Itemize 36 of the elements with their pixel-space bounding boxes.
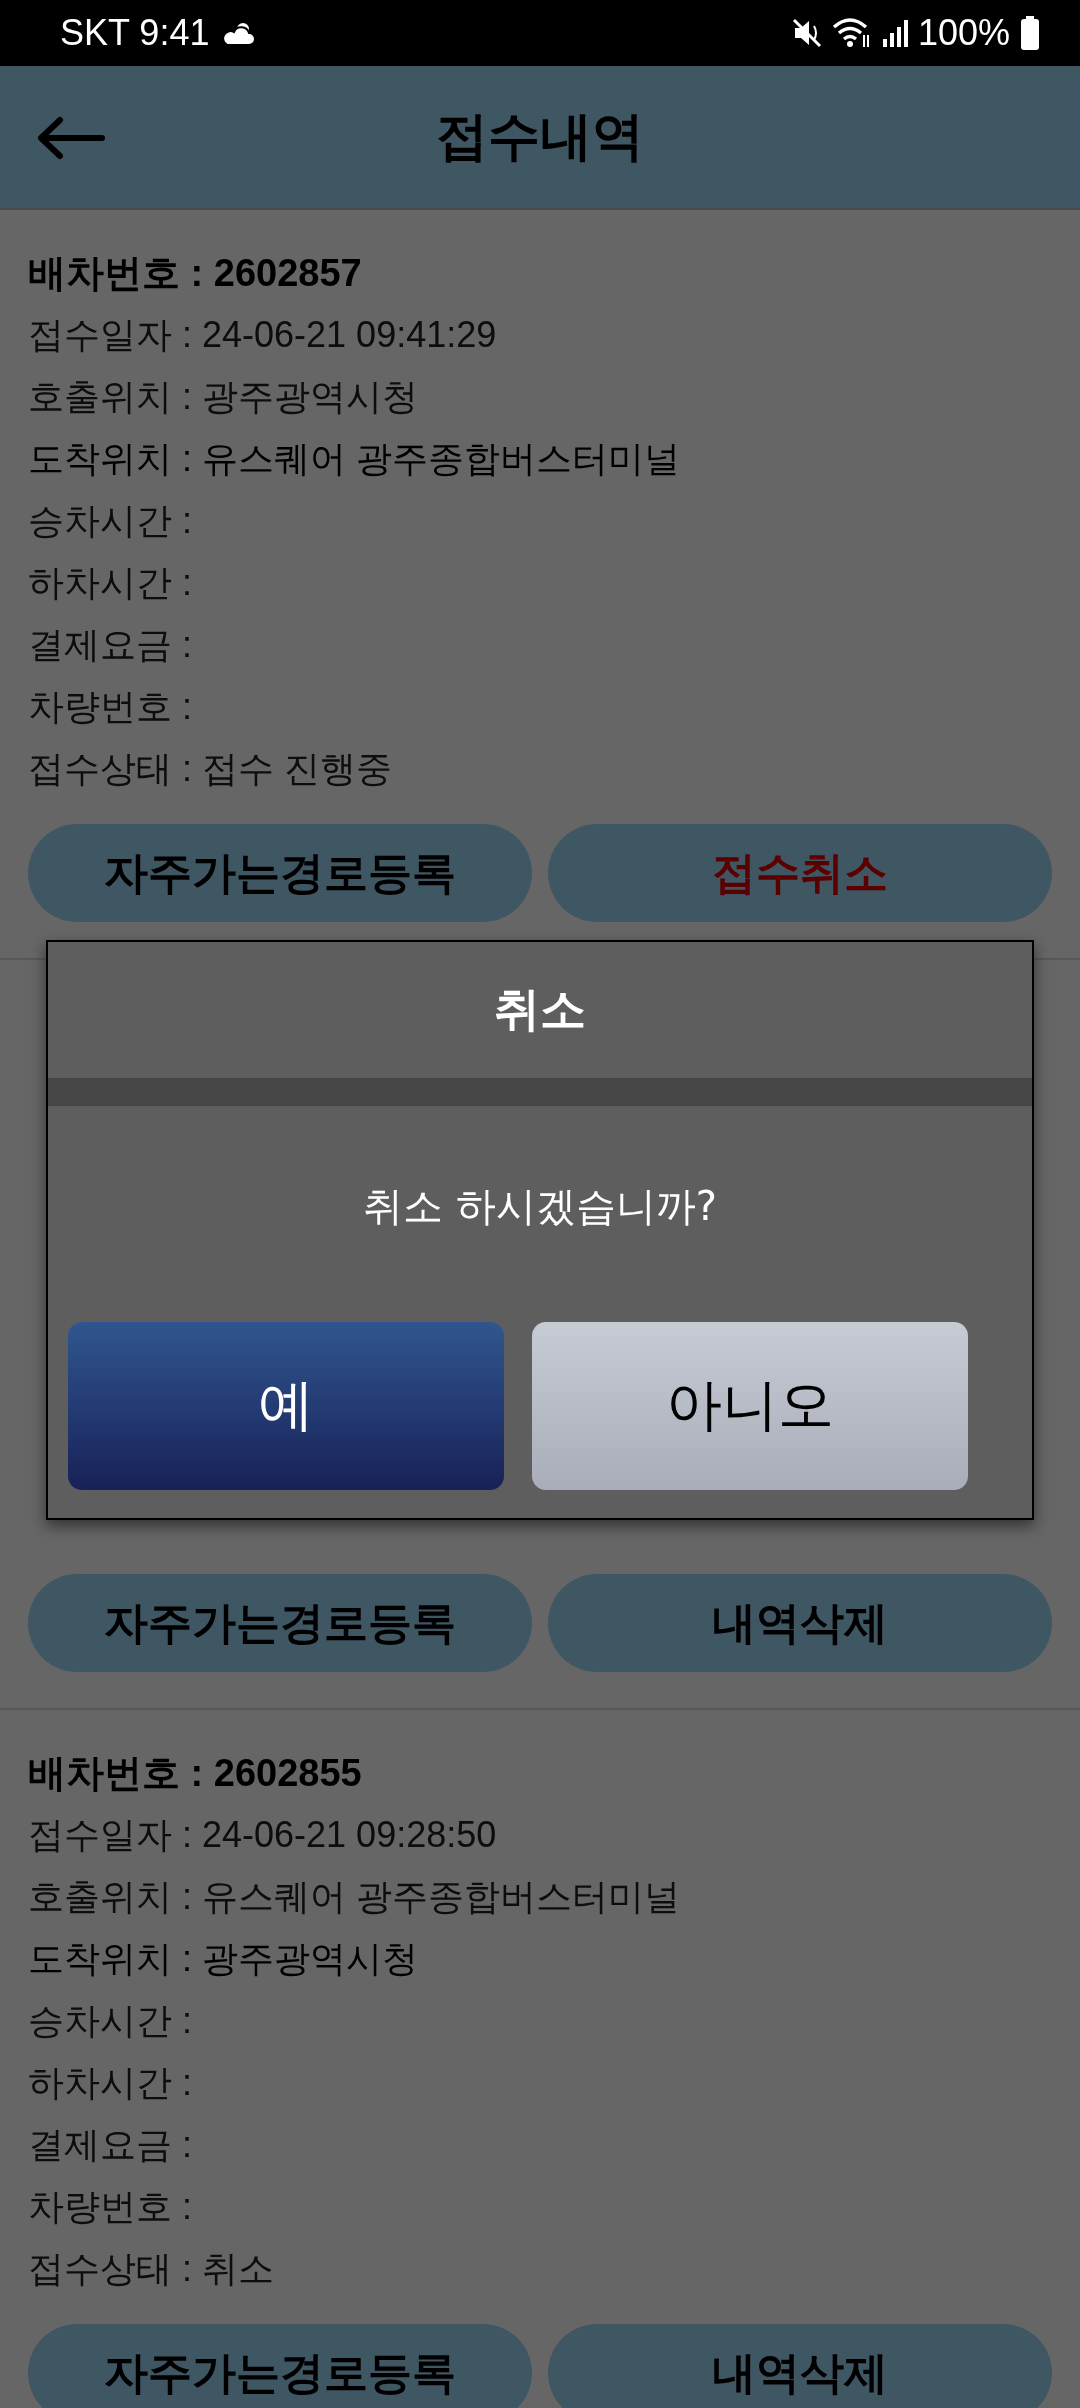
yes-button[interactable]: 예: [68, 1322, 504, 1490]
battery-icon: [1020, 16, 1040, 50]
dialog-title: 취소: [493, 981, 587, 1038]
info-line: 도착위치 : 광주광역시청: [28, 1937, 419, 1981]
register-route-button[interactable]: 자주가는경로등록: [28, 824, 532, 922]
no-button[interactable]: 아니오: [532, 1322, 968, 1490]
info-line: 접수일자 : 24-06-21 09:41:29: [28, 313, 498, 357]
carrier-time: SKT 9:41: [60, 12, 210, 54]
info-line: 차량번호 :: [28, 2185, 193, 2229]
info-line: 승차시간 :: [28, 1999, 193, 2043]
signal-icon: [881, 19, 908, 47]
info-line: 접수상태 : 취소: [28, 2247, 275, 2291]
dialog-message: 취소 하시겠습니까?: [362, 1181, 718, 1231]
info-line: 호출위치 : 유스퀘어 광주종합버스터미널: [28, 1875, 681, 1919]
info-line: 접수상태 : 접수 진행중: [28, 747, 393, 791]
dispatch-number: 배차번호 : 2602855: [28, 1751, 363, 1796]
register-route-button[interactable]: 자주가는경로등록: [28, 1574, 532, 1672]
wifi-icon: [831, 17, 872, 49]
info-line: 하차시간 :: [28, 561, 193, 605]
info-line: 결제요금 :: [28, 623, 193, 667]
back-arrow-icon[interactable]: [36, 116, 106, 160]
info-line: 차량번호 :: [28, 685, 193, 729]
info-line: 도착위치 : 유스퀘어 광주종합버스터미널: [28, 437, 681, 481]
info-line: 승차시간 :: [28, 499, 193, 543]
battery-percent: 100%: [917, 12, 1010, 54]
mute-icon: [791, 18, 822, 48]
info-line: 호출위치 : 광주광역시청: [28, 375, 419, 419]
delete-button[interactable]: 내역삭제: [548, 1574, 1052, 1672]
page-title: 접수내역: [436, 105, 644, 168]
dispatch-number: 배차번호 : 2602857: [28, 251, 363, 296]
register-route-button[interactable]: 자주가는경로등록: [28, 2324, 532, 2408]
info-line: 결제요금 :: [28, 2123, 193, 2167]
info-line: 하차시간 :: [28, 2061, 193, 2105]
delete-button[interactable]: 내역삭제: [548, 2324, 1052, 2408]
cancel-button[interactable]: 접수취소: [548, 824, 1052, 922]
info-line: 접수일자 : 24-06-21 09:28:50: [28, 1813, 498, 1857]
